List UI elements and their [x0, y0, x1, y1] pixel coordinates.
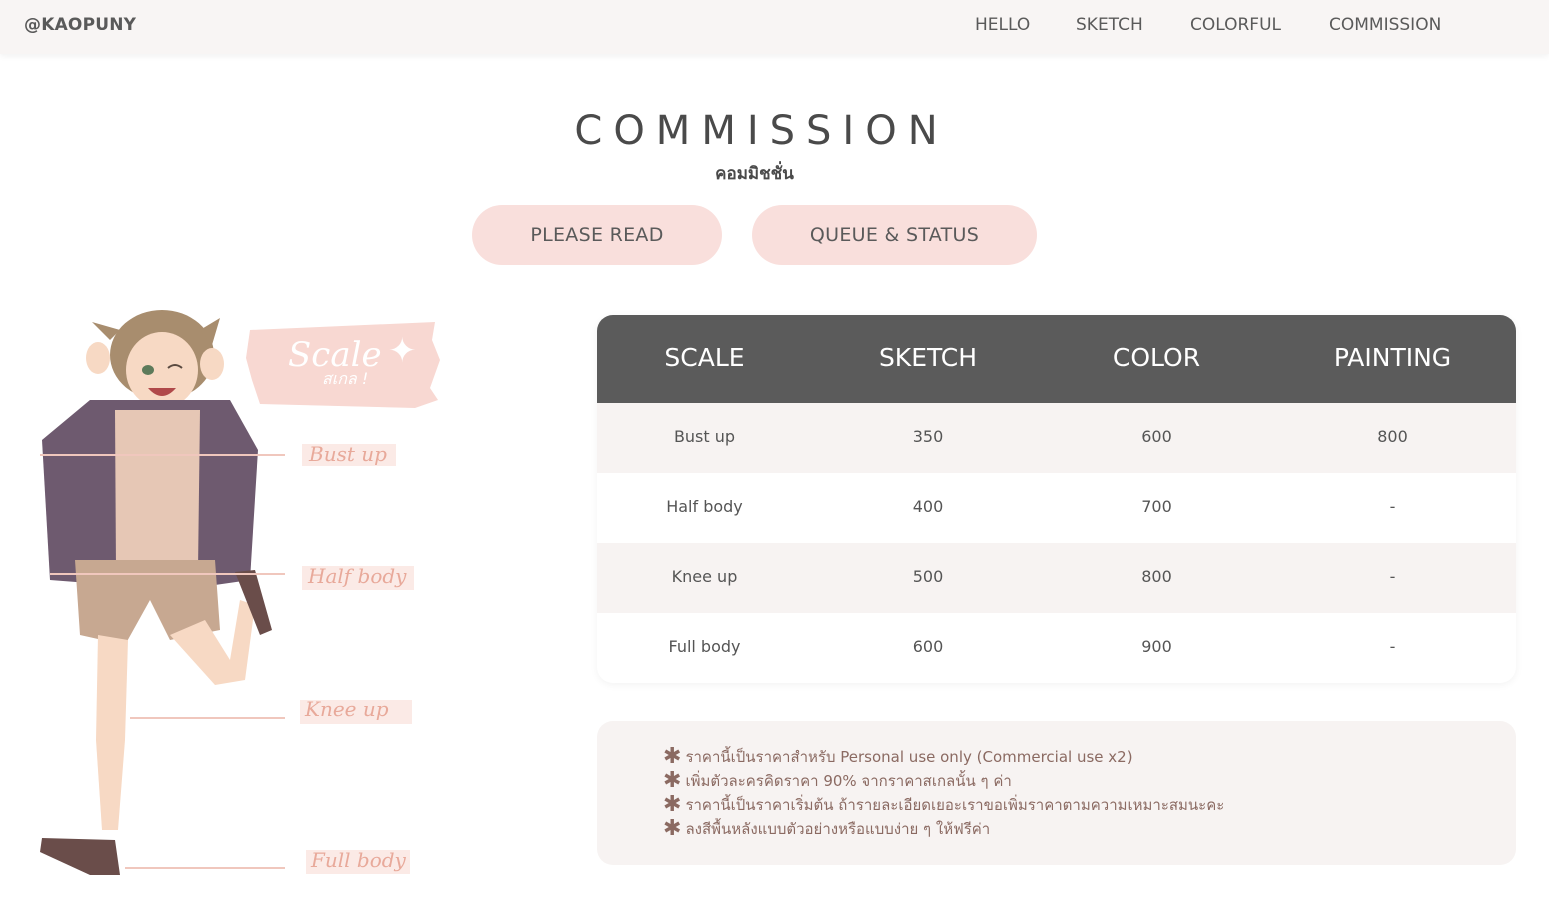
page-subtitle: คอมมิชชั่น: [715, 164, 794, 184]
top-navbar: @KAOPUNY HELLO SKETCH COLORFUL COMMISSIO…: [0, 0, 1549, 54]
cell-painting: -: [1389, 567, 1396, 586]
note-text: ลงสีพื้นหลังแบบตัวอย่างหรือแบบง่าย ๆ ให้…: [685, 820, 991, 838]
cell-sketch: 600: [912, 637, 944, 656]
marker-full-body: Full body: [310, 848, 407, 872]
cell-scale: Bust up: [673, 427, 736, 446]
note-text: เพิ่มตัวละครคิดราคา 90% จากราคาสเกลนั้น …: [685, 772, 1012, 790]
pricing-table: SCALE SKETCH COLOR PAINTING Bust up 350 …: [597, 315, 1516, 683]
cell-color: 600: [1141, 427, 1172, 446]
character-figure: [40, 310, 272, 875]
please-read-button[interactable]: PLEASE READ: [472, 205, 722, 265]
cell-scale: Full body: [668, 637, 741, 656]
table-row: Full body 600 900 -: [597, 613, 1516, 683]
note-text: ราคานี้เป็นราคาเริ่มต้น ถ้ารายละเอียดเยอ…: [685, 796, 1225, 814]
note-item: ✱ ราคานี้เป็นราคาเริ่มต้น ถ้ารายละเอียดเ…: [663, 793, 1224, 817]
table-row: Knee up 500 800 -: [597, 543, 1516, 613]
asterisk-icon: ✱: [663, 744, 682, 769]
note-item: ✱ ราคานี้เป็นราคาสำหรับ Personal use onl…: [663, 745, 1133, 769]
header-painting: PAINTING: [1333, 343, 1452, 372]
header-scale: SCALE: [664, 343, 745, 372]
cell-scale: Knee up: [671, 567, 738, 586]
table-header: SCALE SKETCH COLOR PAINTING: [597, 315, 1516, 403]
note-item: ✱ ลงสีพื้นหลังแบบตัวอย่างหรือแบบง่าย ๆ ใ…: [663, 817, 990, 841]
cell-color: 700: [1141, 497, 1172, 516]
page-title: COMMISSION: [574, 108, 949, 154]
nav-colorful[interactable]: COLORFUL: [1190, 15, 1281, 35]
header-color: COLOR: [1112, 343, 1201, 372]
marker-bust-up: Bust up: [308, 442, 387, 466]
cell-painting: -: [1389, 637, 1396, 656]
cell-painting: 800: [1377, 427, 1408, 446]
nav-hello[interactable]: HELLO: [975, 15, 1030, 35]
marker-half-body: Half body: [307, 564, 407, 588]
header-sketch: SKETCH: [878, 343, 978, 372]
scale-marker-labels: Bust up Half body Knee up Full body: [300, 442, 414, 874]
cell-painting: -: [1389, 497, 1396, 516]
nav-commission[interactable]: COMMISSION: [1329, 15, 1441, 35]
marker-knee-up: Knee up: [304, 697, 389, 721]
scale-illustration: Scale สเกล ! ✦ Bust up Half body Knee up…: [40, 310, 440, 875]
asterisk-icon: ✱: [663, 792, 682, 817]
asterisk-icon: ✱: [663, 816, 682, 841]
table-row: Bust up 350 600 800: [597, 403, 1516, 473]
note-item: ✱ เพิ่มตัวละครคิดราคา 90% จากราคาสเกลนั้…: [663, 769, 1012, 793]
nav-sketch[interactable]: SKETCH: [1076, 15, 1143, 35]
note-text: ราคานี้เป็นราคาสำหรับ Personal use only …: [685, 748, 1133, 766]
scale-badge-label-th: สเกล !: [322, 369, 368, 388]
cell-color: 800: [1141, 567, 1172, 586]
brand-logo[interactable]: @KAOPUNY: [24, 15, 136, 35]
cell-color: 900: [1141, 637, 1172, 656]
cell-sketch: 350: [912, 427, 944, 446]
notes-box: ✱ ราคานี้เป็นราคาสำหรับ Personal use onl…: [597, 721, 1516, 865]
table-row: Half body 400 700 -: [597, 473, 1516, 543]
cell-scale: Half body: [666, 497, 743, 516]
star-icon: ✦: [388, 331, 417, 371]
queue-status-button[interactable]: QUEUE & STATUS: [752, 205, 1037, 265]
cell-sketch: 400: [912, 497, 944, 516]
cell-sketch: 500: [912, 567, 944, 586]
asterisk-icon: ✱: [663, 768, 682, 793]
